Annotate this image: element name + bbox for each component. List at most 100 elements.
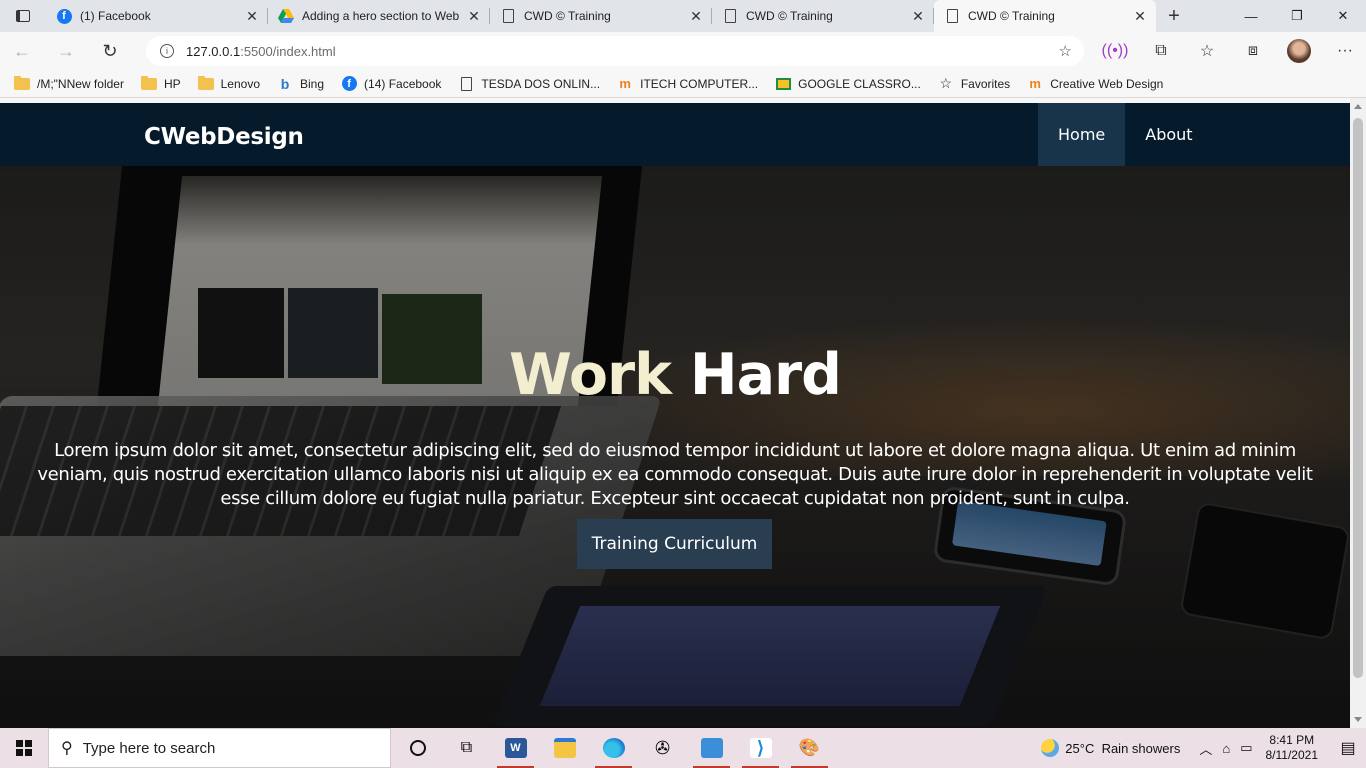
more-menu-icon[interactable]: ···	[1322, 42, 1366, 60]
tab-actions-button[interactable]	[0, 0, 46, 32]
word-icon[interactable]: W	[491, 728, 540, 768]
cortana-icon[interactable]	[393, 728, 442, 768]
scroll-up-icon[interactable]	[1354, 104, 1362, 109]
bookmark-label: Creative Web Design	[1050, 76, 1164, 91]
weather-widget[interactable]: 25°C Rain showers	[1041, 739, 1180, 757]
bookmark-favorites[interactable]: ☆ Favorites	[938, 75, 1011, 91]
bookmark-label: TESDA DOS ONLIN...	[481, 76, 601, 91]
bookmark-lenovo[interactable]: Lenovo	[197, 75, 260, 91]
close-window-button[interactable]: ✕	[1320, 0, 1366, 32]
tab-cwd-training-1[interactable]: CWD © Training ✕	[490, 0, 712, 32]
file-explorer-icon[interactable]	[540, 728, 589, 768]
tab-strip: f (1) Facebook ✕ Adding a hero section t…	[0, 0, 1366, 32]
facebook-icon: f	[341, 76, 357, 91]
restore-button[interactable]: ❐	[1274, 0, 1320, 32]
search-icon: ⚲	[61, 740, 73, 757]
info-icon[interactable]: i	[160, 44, 174, 58]
hero-title: Work Hard	[0, 342, 1350, 408]
site-menu: Home About	[1038, 103, 1213, 166]
add-favorite-icon[interactable]: ☆	[1059, 42, 1072, 60]
page-icon	[722, 8, 738, 24]
control-panel-icon[interactable]	[687, 728, 736, 768]
paint-icon[interactable]: 🎨	[785, 728, 834, 768]
moodle-icon: m	[619, 76, 631, 91]
hero-title-accent: Work	[509, 342, 672, 408]
url-path: :5500/index.html	[240, 43, 336, 59]
nav-link-about[interactable]: About	[1125, 103, 1212, 166]
clock[interactable]: 8:41 PM 8/11/2021	[1266, 733, 1319, 763]
weather-icon	[1041, 739, 1060, 757]
page-icon	[944, 8, 960, 24]
folder-icon	[14, 75, 30, 91]
minimize-button[interactable]: —	[1228, 0, 1274, 32]
bing-icon: b	[280, 75, 290, 92]
close-icon[interactable]: ✕	[910, 8, 926, 25]
classroom-icon	[775, 77, 791, 91]
taskbar-search[interactable]: ⚲ Type here to search	[48, 728, 391, 768]
close-icon[interactable]: ✕	[1132, 8, 1148, 25]
tab-cwd-training-2[interactable]: CWD © Training ✕	[712, 0, 934, 32]
vscode-icon[interactable]: ⟩	[736, 728, 785, 768]
clock-time: 8:41 PM	[1269, 733, 1315, 747]
tab-title: (1) Facebook	[80, 9, 151, 23]
extensions-icon[interactable]: ⧉	[1138, 42, 1184, 60]
notifications-icon[interactable]: ▤	[1330, 738, 1366, 758]
tab-hero-section[interactable]: Adding a hero section to Web ✕	[268, 0, 490, 32]
bookmark-label: HP	[163, 76, 181, 91]
tab-cwd-training-active[interactable]: CWD © Training ✕	[934, 0, 1156, 32]
page-icon	[458, 76, 474, 91]
collections-icon[interactable]: ⧈	[1230, 42, 1276, 60]
broadcast-icon[interactable]: ((•))	[1092, 42, 1138, 60]
task-view-icon[interactable]: ⧉	[442, 728, 491, 768]
bookmark-label: ITECH COMPUTER...	[640, 76, 759, 91]
training-curriculum-button[interactable]: Training Curriculum	[577, 519, 772, 569]
favorites-icon[interactable]: ☆	[1184, 41, 1230, 61]
tab-actions-icon	[16, 10, 30, 22]
chevron-up-icon[interactable]: ︿	[1199, 739, 1212, 758]
site-brand[interactable]: CWebDesign	[144, 124, 304, 150]
bookmark-facebook[interactable]: f (14) Facebook	[341, 76, 441, 91]
star-icon: ☆	[939, 75, 953, 91]
network-icon[interactable]: ⌂	[1222, 741, 1230, 756]
toolbar-actions: ((•)) ⧉ ☆ ⧈ ···	[1092, 32, 1366, 70]
bookmark-creative-web-design[interactable]: m Creative Web Design	[1027, 76, 1164, 91]
close-icon[interactable]: ✕	[688, 8, 704, 25]
start-button[interactable]	[0, 728, 48, 768]
tab-facebook[interactable]: f (1) Facebook ✕	[46, 0, 268, 32]
hero-title-rest: Hard	[671, 342, 842, 408]
bookmark-classroom[interactable]: GOOGLE CLASSRO...	[775, 77, 921, 91]
site-navbar: CWebDesign Home About	[0, 103, 1350, 166]
film-icon[interactable]: ✇	[638, 728, 687, 768]
edge-icon[interactable]	[589, 728, 638, 768]
close-icon[interactable]: ✕	[244, 8, 260, 25]
google-drive-icon	[278, 8, 294, 24]
address-bar[interactable]: i 127.0.0.1:5500/index.html ☆	[146, 36, 1084, 66]
bookmark-hp[interactable]: HP	[140, 75, 181, 91]
windows-logo-icon	[16, 740, 32, 756]
tab-title: CWD © Training	[524, 9, 611, 23]
scrollbar-thumb[interactable]	[1353, 118, 1363, 678]
battery-icon[interactable]: ▭	[1240, 740, 1252, 756]
page-icon	[500, 8, 516, 24]
nav-link-home[interactable]: Home	[1038, 103, 1126, 166]
facebook-icon: f	[56, 8, 72, 24]
close-icon[interactable]: ✕	[466, 8, 482, 25]
refresh-button[interactable]: ↻	[88, 32, 132, 70]
bookmark-label: GOOGLE CLASSRO...	[798, 76, 921, 91]
bookmark-tesda[interactable]: TESDA DOS ONLIN...	[458, 76, 601, 91]
back-button[interactable]: ←	[0, 32, 44, 70]
window-controls: — ❐ ✕	[1228, 0, 1366, 32]
bookmark-bing[interactable]: b Bing	[277, 75, 324, 92]
bookmark-new-folder[interactable]: /M;"NNew folder	[14, 75, 124, 91]
new-tab-button[interactable]: +	[1156, 0, 1192, 32]
bookmarks-bar: /M;"NNew folder HP Lenovo b Bing f (14) Fa…	[0, 70, 1366, 98]
page-viewport: CWebDesign Home About Work Hard Lorem ip…	[0, 98, 1366, 728]
tab-title: CWD © Training	[968, 9, 1055, 23]
profile-avatar[interactable]	[1287, 39, 1311, 63]
forward-button[interactable]: →	[44, 32, 88, 70]
tab-title: Adding a hero section to Web	[302, 9, 460, 23]
hero-section: Work Hard Lorem ipsum dolor sit amet, co…	[0, 166, 1350, 728]
bookmark-itech[interactable]: m ITECH COMPUTER...	[617, 76, 759, 91]
page-scrollbar[interactable]	[1350, 98, 1366, 728]
scroll-down-icon[interactable]	[1354, 717, 1362, 722]
